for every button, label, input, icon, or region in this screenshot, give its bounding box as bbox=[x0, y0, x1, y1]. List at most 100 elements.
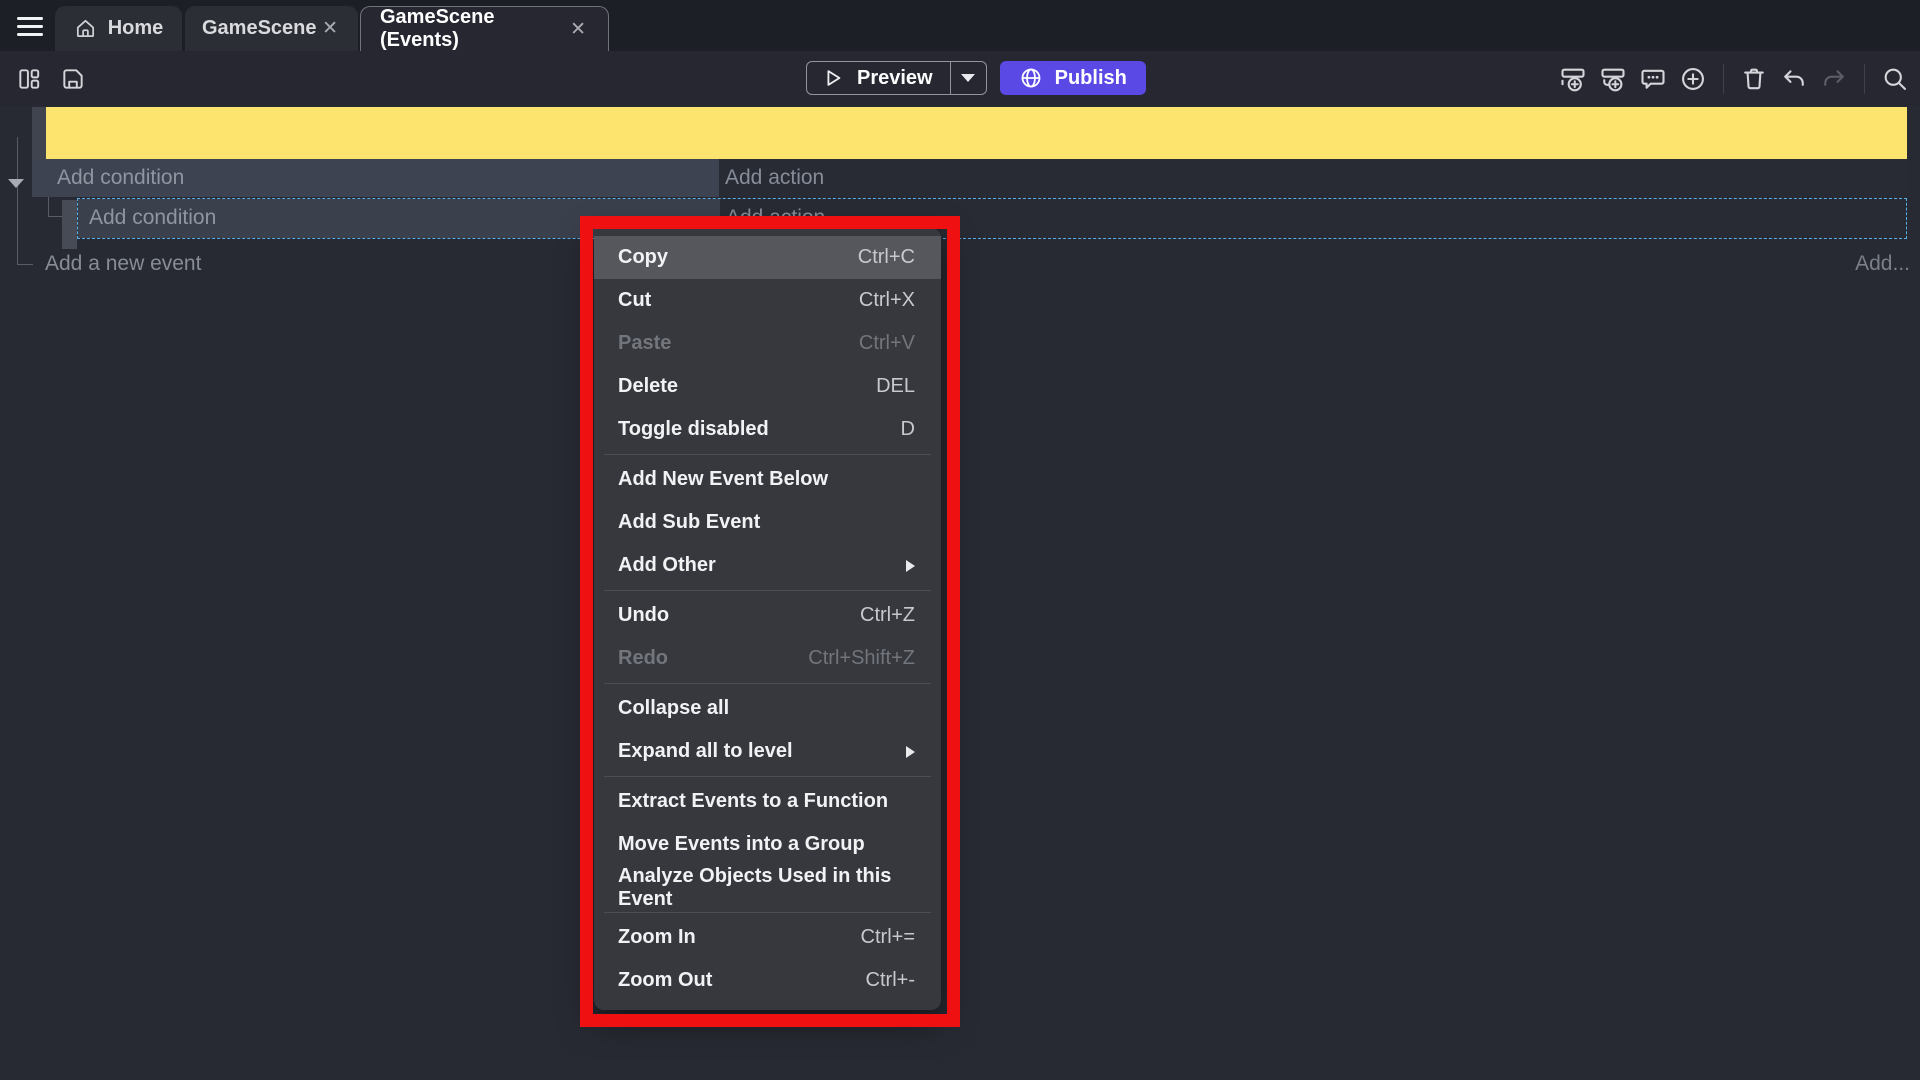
menu-item-shortcut: Ctrl+= bbox=[861, 926, 915, 949]
menu-item-delete[interactable]: Delete DEL bbox=[594, 365, 941, 408]
menu-item-label: Analyze Objects Used in this Event bbox=[618, 865, 915, 911]
panels-layout-icon[interactable] bbox=[10, 60, 48, 98]
add-sub-event-icon[interactable] bbox=[1594, 60, 1632, 98]
menu-item-toggle-disabled[interactable]: Toggle disabledD bbox=[594, 408, 941, 451]
chevron-down-icon bbox=[961, 74, 975, 82]
menu-item-label: Delete bbox=[618, 375, 678, 398]
menu-item-label: Redo bbox=[618, 647, 668, 670]
menu-item-shortcut: Ctrl+V bbox=[859, 332, 915, 355]
submenu-arrow-icon bbox=[906, 746, 915, 758]
trash-icon[interactable] bbox=[1735, 60, 1773, 98]
menu-item-add-new-event-below[interactable]: Add New Event Below bbox=[594, 458, 941, 501]
add-circle-icon[interactable] bbox=[1674, 60, 1712, 98]
add-comment-icon[interactable] bbox=[1634, 60, 1672, 98]
menu-separator bbox=[604, 776, 931, 777]
menu-item-shortcut: Ctrl+Shift+Z bbox=[808, 647, 915, 670]
tree-line bbox=[17, 264, 33, 265]
menu-item-label: Toggle disabled bbox=[618, 418, 769, 441]
toolbar-divider bbox=[1864, 64, 1865, 94]
menu-item-label: Zoom Out bbox=[618, 969, 712, 992]
menu-item-add-sub-event[interactable]: Add Sub Event bbox=[594, 501, 941, 544]
search-icon[interactable] bbox=[1876, 60, 1914, 98]
menu-item-label: Collapse all bbox=[618, 697, 729, 720]
event-row: Add condition Add action bbox=[32, 159, 1907, 197]
menu-item-add-other[interactable]: Add Other bbox=[594, 544, 941, 587]
publish-button[interactable]: Publish bbox=[1000, 61, 1146, 95]
menu-item-label: Add New Event Below bbox=[618, 468, 828, 491]
menu-item-label: Add Other bbox=[618, 554, 716, 577]
add-event-icon[interactable] bbox=[1554, 60, 1592, 98]
menu-separator bbox=[604, 454, 931, 455]
menu-item-copy[interactable]: Copy Ctrl+C bbox=[594, 236, 941, 279]
play-icon bbox=[822, 67, 844, 89]
menu-item-label: Move Events into a Group bbox=[618, 833, 865, 856]
menu-item-shortcut: Ctrl+Z bbox=[860, 604, 915, 627]
menu-item-label: Zoom In bbox=[618, 926, 696, 949]
events-sheet: Add condition Add action Add condition A… bbox=[0, 106, 1920, 1080]
comment-drag-handle[interactable] bbox=[32, 107, 46, 159]
save-icon[interactable] bbox=[54, 60, 92, 98]
redo-icon bbox=[1815, 60, 1853, 98]
tab-gamescene-events[interactable]: GameScene (Events) ✕ bbox=[360, 6, 609, 51]
tab-label: GameScene bbox=[202, 17, 317, 40]
tree-line bbox=[48, 197, 49, 217]
home-icon bbox=[74, 17, 97, 40]
menu-item-extract-events-to-a-function[interactable]: Extract Events to a Function bbox=[594, 780, 941, 823]
preview-label: Preview bbox=[857, 67, 933, 90]
menu-item-label: Expand all to level bbox=[618, 740, 793, 763]
menu-item-shortcut: DEL bbox=[876, 375, 915, 398]
menu-item-label: Undo bbox=[618, 604, 669, 627]
menu-item-zoom-in[interactable]: Zoom In Ctrl+= bbox=[594, 916, 941, 959]
collapse-arrow-icon[interactable] bbox=[8, 179, 24, 188]
menu-item-zoom-out[interactable]: Zoom Out Ctrl+- bbox=[594, 959, 941, 1002]
menu-separator bbox=[604, 683, 931, 684]
menu-item-analyze-objects-used-in-this-event[interactable]: Analyze Objects Used in this Event bbox=[594, 866, 941, 909]
undo-icon[interactable] bbox=[1775, 60, 1813, 98]
context-menu: Copy Ctrl+C Cut Ctrl+X Paste Ctrl+V Delete DEL T… bbox=[594, 228, 941, 1010]
gdevelop-window: Home GameScene ✕ GameScene (Events) ✕ bbox=[0, 0, 1920, 1080]
sub-event-drag-handle[interactable] bbox=[62, 200, 77, 249]
menu-item-cut[interactable]: Cut Ctrl+X bbox=[594, 279, 941, 322]
preview-button-group: Preview bbox=[806, 61, 987, 95]
toolbar-divider bbox=[1723, 64, 1724, 94]
menu-item-shortcut: Ctrl+- bbox=[866, 969, 915, 992]
close-icon[interactable]: ✕ bbox=[567, 18, 589, 41]
toolbar-right-group bbox=[1554, 51, 1914, 106]
events-toolbar: Preview Publish bbox=[0, 51, 1920, 106]
toolbar-left-group bbox=[10, 51, 92, 106]
menu-item-label: Extract Events to a Function bbox=[618, 790, 888, 813]
preview-button[interactable]: Preview bbox=[807, 62, 950, 94]
menu-item-redo: Redo Ctrl+Shift+Z bbox=[594, 637, 941, 680]
menu-item-label: Add Sub Event bbox=[618, 511, 760, 534]
tree-line bbox=[48, 216, 62, 217]
menu-item-shortcut: Ctrl+X bbox=[859, 289, 915, 312]
toolbar-center-group: Preview Publish bbox=[806, 61, 1146, 95]
menu-item-label: Copy bbox=[618, 246, 668, 269]
add-more-button[interactable]: Add... bbox=[1855, 252, 1910, 276]
comment-block[interactable] bbox=[46, 107, 1907, 159]
menu-item-move-events-into-a-group[interactable]: Move Events into a Group bbox=[594, 823, 941, 866]
tab-bar: Home GameScene ✕ GameScene (Events) ✕ bbox=[0, 0, 1920, 51]
menu-item-collapse-all[interactable]: Collapse all bbox=[594, 687, 941, 730]
close-icon[interactable]: ✕ bbox=[319, 17, 341, 40]
add-new-event-button[interactable]: Add a new event bbox=[45, 252, 201, 276]
tab-gamescene[interactable]: GameScene ✕ bbox=[185, 6, 358, 51]
menu-item-expand-all-to-level[interactable]: Expand all to level bbox=[594, 730, 941, 773]
event-row-selected: Add condition Add action bbox=[77, 198, 1907, 239]
hamburger-menu-icon[interactable] bbox=[10, 9, 50, 43]
menu-item-paste: Paste Ctrl+V bbox=[594, 322, 941, 365]
menu-item-label: Paste bbox=[618, 332, 671, 355]
add-condition-button[interactable]: Add condition bbox=[32, 159, 719, 197]
tab-label: GameScene (Events) bbox=[380, 6, 567, 52]
menu-separator bbox=[604, 912, 931, 913]
tab-home[interactable]: Home bbox=[55, 6, 182, 51]
tab-label: Home bbox=[108, 17, 164, 40]
menu-item-label: Cut bbox=[618, 289, 651, 312]
menu-separator bbox=[604, 590, 931, 591]
add-action-button[interactable]: Add action bbox=[719, 159, 1907, 197]
publish-label: Publish bbox=[1055, 67, 1127, 90]
menu-item-undo[interactable]: Undo Ctrl+Z bbox=[594, 594, 941, 637]
preview-dropdown-button[interactable] bbox=[951, 62, 986, 94]
menu-item-shortcut: Ctrl+C bbox=[858, 246, 915, 269]
submenu-arrow-icon bbox=[906, 560, 915, 572]
